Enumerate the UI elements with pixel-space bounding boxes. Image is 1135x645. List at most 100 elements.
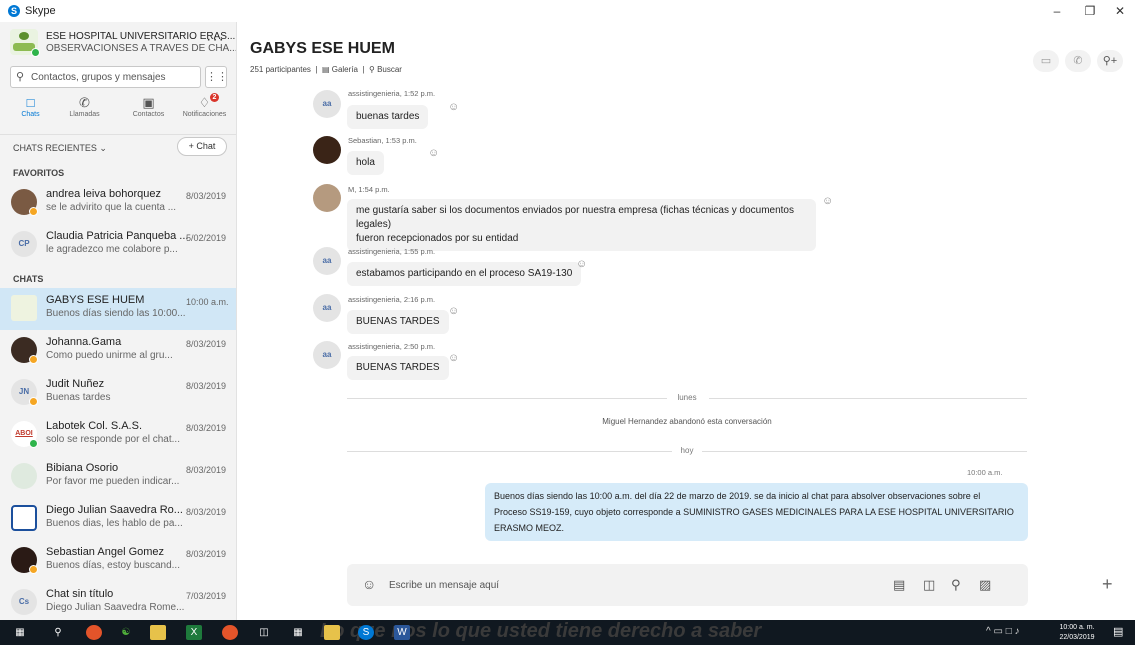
avatar <box>11 505 37 531</box>
day-separator: lunes <box>347 393 1027 403</box>
favorites-section-label: FAVORITOS <box>13 168 65 178</box>
media-gallery-icon[interactable]: ▤ <box>893 577 905 593</box>
windows-start-icon[interactable]: ▦ <box>12 625 28 640</box>
conversation-item[interactable]: Cs Chat sin título Diego Julian Saavedra… <box>0 582 236 620</box>
message-sender: assistingenieria, 1:52 p.m. <box>348 89 436 98</box>
presence-away-icon <box>29 355 38 364</box>
contact-card-icon[interactable]: ▨ <box>979 577 991 593</box>
add-person-icon: ⚲+ <box>1102 55 1118 67</box>
message-timestamp: 10:00 a.m. <box>967 468 1003 477</box>
conversation-date: 8/03/2019 <box>186 507 227 517</box>
emoji-picker-icon[interactable]: ☺ <box>362 576 376 592</box>
file-explorer-icon[interactable] <box>324 625 340 640</box>
close-button[interactable]: ✕ <box>1105 2 1135 20</box>
dialpad-icon[interactable]: ⋮⋮ <box>205 66 228 88</box>
clock-time: 10:00 a. m. <box>1059 624 1095 631</box>
message-sender: assistingenieria, 2:16 p.m. <box>348 295 436 304</box>
notification-badge: 2 <box>210 93 219 102</box>
message-bubble[interactable]: hola <box>347 151 384 175</box>
react-emoji-icon[interactable]: ☺ <box>448 352 459 364</box>
message-sender: assistingenieria, 1:55 p.m. <box>348 247 436 256</box>
word-icon[interactable]: W <box>394 625 410 640</box>
tab-calls[interactable]: ✆ Llamadas <box>57 92 112 126</box>
phone-icon: ✆ <box>79 95 90 110</box>
message-sender: assistingenieria, 2:50 p.m. <box>348 342 436 351</box>
presence-away-icon <box>29 397 38 406</box>
conversation-date: 8/03/2019 <box>186 191 227 201</box>
tab-notifications-label: Notificaciones <box>182 111 227 118</box>
message-bubble[interactable]: BUENAS TARDES <box>347 356 449 380</box>
react-emoji-icon[interactable]: ☺ <box>822 195 833 207</box>
app-icon[interactable]: ☯ <box>118 625 134 640</box>
conversation-item[interactable]: ABOI Labotek Col. S.A.S. solo se respond… <box>0 414 236 456</box>
audio-call-button[interactable]: ✆ <box>1065 50 1091 72</box>
new-chat-button[interactable]: + Chat <box>177 137 227 156</box>
system-tray[interactable]: ^ ▭ □ ♪ <box>986 626 1020 637</box>
chrome-icon[interactable] <box>86 625 102 640</box>
message-bubble[interactable]: BUENAS TARDES <box>347 310 449 334</box>
conversation-item[interactable]: Bibiana Osorio Por favor me pueden indic… <box>0 456 236 498</box>
react-emoji-icon[interactable]: ☺ <box>448 305 459 317</box>
outgoing-message-bubble[interactable]: Buenos días siendo las 10:00 a.m. del dí… <box>485 483 1028 541</box>
tab-contacts[interactable]: ▣ Contactos <box>121 92 176 126</box>
store-icon[interactable]: ◫ <box>256 625 272 640</box>
minimize-button[interactable]: – <box>1042 2 1072 20</box>
conversation-preview: Buenos días, estoy buscand... <box>46 560 180 571</box>
conversation-item-selected[interactable]: GABYS ESE HUEM Buenos días siendo las 10… <box>0 288 236 330</box>
add-people-button[interactable]: ⚲+ <box>1097 50 1123 72</box>
folder-icon[interactable] <box>150 625 166 640</box>
excel-icon[interactable]: X <box>186 625 202 640</box>
chevron-down-icon: ⌄ <box>99 143 107 153</box>
message-input[interactable] <box>389 577 789 593</box>
react-emoji-icon[interactable]: ☺ <box>428 147 439 159</box>
message-bubble[interactable]: estabamos participando en el proceso SA1… <box>347 262 582 286</box>
profile-card[interactable]: ESE HOSPITAL UNIVERSITARIO ERAS... OBSER… <box>0 22 236 62</box>
tab-chats[interactable]: □ Chats <box>3 92 58 126</box>
presence-away-icon <box>29 565 38 574</box>
find-link[interactable]: Buscar <box>377 65 402 74</box>
conversation-item[interactable]: Sebastian Angel Gomez Buenos días, estoy… <box>0 540 236 582</box>
presence-online-icon <box>31 48 40 57</box>
react-emoji-icon[interactable]: ☺ <box>576 258 587 270</box>
conversation-name: Chat sin título <box>46 588 114 600</box>
conversation-item[interactable]: JN Judit Nuñez Buenas tardes 8/03/2019 <box>0 372 236 414</box>
conversation-item[interactable]: Johanna.Gama Como puedo unirme al gru...… <box>0 330 236 372</box>
add-content-button[interactable]: + <box>1102 574 1113 595</box>
sidebar: ESE HOSPITAL UNIVERSITARIO ERAS... OBSER… <box>0 22 237 620</box>
recent-chats-header: CHATS RECIENTES ⌄ + Chat <box>0 134 236 158</box>
search-input[interactable] <box>31 70 196 84</box>
gallery-link[interactable]: Galería <box>332 65 358 74</box>
skype-taskbar-icon[interactable]: S <box>358 625 374 640</box>
react-emoji-icon[interactable]: ☺ <box>448 101 459 113</box>
conversation-item[interactable]: andrea leiva bohorquez se le advirito qu… <box>0 182 236 224</box>
file-icon[interactable]: ◫ <box>923 577 935 593</box>
search-box[interactable]: ⚲ <box>10 66 201 88</box>
message-bubble[interactable]: me gustaría saber si los documentos envi… <box>347 199 816 251</box>
maximize-button[interactable]: ❐ <box>1075 2 1105 20</box>
action-center-icon[interactable]: ▤ <box>1113 625 1123 638</box>
recent-chats-dropdown[interactable]: CHATS RECIENTES ⌄ <box>13 143 107 154</box>
more-options-icon[interactable]: ··· <box>206 31 225 49</box>
avatar <box>313 184 341 212</box>
find-icon: ⚲ <box>368 65 375 74</box>
conversation-item[interactable]: Diego Julian Saavedra Ro... Buenos dias,… <box>0 498 236 540</box>
conversation-preview: le agradezco me colabore p... <box>46 244 178 255</box>
tab-notifications[interactable]: ♢ 2 Notificaciones <box>177 92 232 126</box>
search-icon[interactable]: ⚲ <box>50 625 66 640</box>
location-pin-icon[interactable]: ⚲ <box>951 577 961 593</box>
message-bubble[interactable]: buenas tardes <box>347 105 429 129</box>
chats-section-label: CHATS <box>13 274 44 284</box>
video-call-button[interactable]: ▭ <box>1033 50 1059 72</box>
taskbar-clock[interactable]: 10:00 a. m. 22/03/2019 <box>1056 623 1098 643</box>
chrome-icon[interactable] <box>222 625 238 640</box>
search-icon: ⚲ <box>16 71 25 83</box>
conversation-item[interactable]: CP Claudia Patricia Panqueba ... le agra… <box>0 224 236 266</box>
conversation-name: Claudia Patricia Panqueba ... <box>46 230 189 242</box>
calculator-icon[interactable]: ▦ <box>290 625 306 640</box>
conversation-date: 8/03/2019 <box>186 423 227 433</box>
avatar: aa <box>313 341 341 369</box>
window-titlebar: S Skype – ❐ ✕ <box>0 0 1135 22</box>
day-separator: hoy <box>347 446 1027 456</box>
chat-header-meta: 251 participantes | ▤ Galería | ⚲ Buscar <box>250 65 402 74</box>
participants-link[interactable]: 251 participantes <box>250 65 311 74</box>
